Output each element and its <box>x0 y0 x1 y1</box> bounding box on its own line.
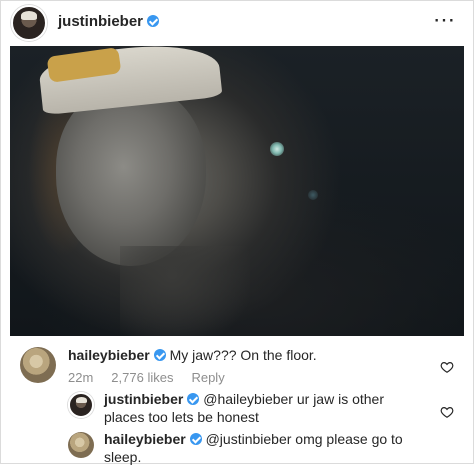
reply-1: justinbieber @haileybieber ur jaw is oth… <box>104 390 424 426</box>
video-light-spot <box>270 142 284 156</box>
video-figure-face <box>56 86 206 266</box>
reply-username[interactable]: haileybieber <box>104 431 186 447</box>
verified-badge-icon <box>153 349 166 361</box>
reply-button[interactable]: Reply <box>191 370 224 385</box>
commenter-avatar[interactable] <box>20 347 56 383</box>
like-heart-icon[interactable] <box>440 360 454 374</box>
reply-1-line-1: justinbieber @haileybieber ur jaw is oth… <box>104 390 424 408</box>
reply-avatar[interactable] <box>68 392 94 418</box>
author-username[interactable]: justinbieber <box>58 13 160 30</box>
reply-text-line-2: places too lets be honest <box>104 409 259 425</box>
verified-badge-icon <box>187 393 200 405</box>
comment-likes[interactable]: 2,776 likes <box>111 370 173 385</box>
comment-username[interactable]: haileybieber <box>68 347 150 363</box>
comment-1: haileybieber My jaw??? On the floor. <box>68 346 428 364</box>
reply-2: haileybieber @justinbieber omg please go… <box>104 430 424 466</box>
video-figure-neck <box>120 246 250 336</box>
author-avatar[interactable] <box>11 5 47 41</box>
reply-text-line-1: ur jaw is other <box>296 391 385 407</box>
more-options-icon[interactable]: ⋯ <box>433 9 456 31</box>
reply-2-line-1: haileybieber @justinbieber omg please go… <box>104 430 424 448</box>
comment-time: 22m <box>68 370 94 385</box>
post-video[interactable] <box>10 46 464 336</box>
reply-text-line-2: sleep. <box>104 449 142 465</box>
reply-mention[interactable]: @haileybieber <box>203 391 293 407</box>
comment-text: My jaw??? On the floor. <box>169 347 317 363</box>
comment-1-meta: 22m 2,776 likes Reply <box>68 370 243 385</box>
reply-avatar[interactable] <box>68 432 94 458</box>
reply-text-line-1: omg please go to <box>295 431 403 447</box>
reply-mention[interactable]: @justinbieber <box>206 431 292 447</box>
post-header: justinbieber ⋯ <box>0 0 474 46</box>
author-username-text[interactable]: justinbieber <box>58 13 143 30</box>
reply-username[interactable]: justinbieber <box>104 391 183 407</box>
verified-badge-icon <box>189 433 202 445</box>
like-heart-icon[interactable] <box>440 405 454 419</box>
verified-badge-icon <box>147 15 160 27</box>
video-light-spot-dim <box>308 190 318 200</box>
